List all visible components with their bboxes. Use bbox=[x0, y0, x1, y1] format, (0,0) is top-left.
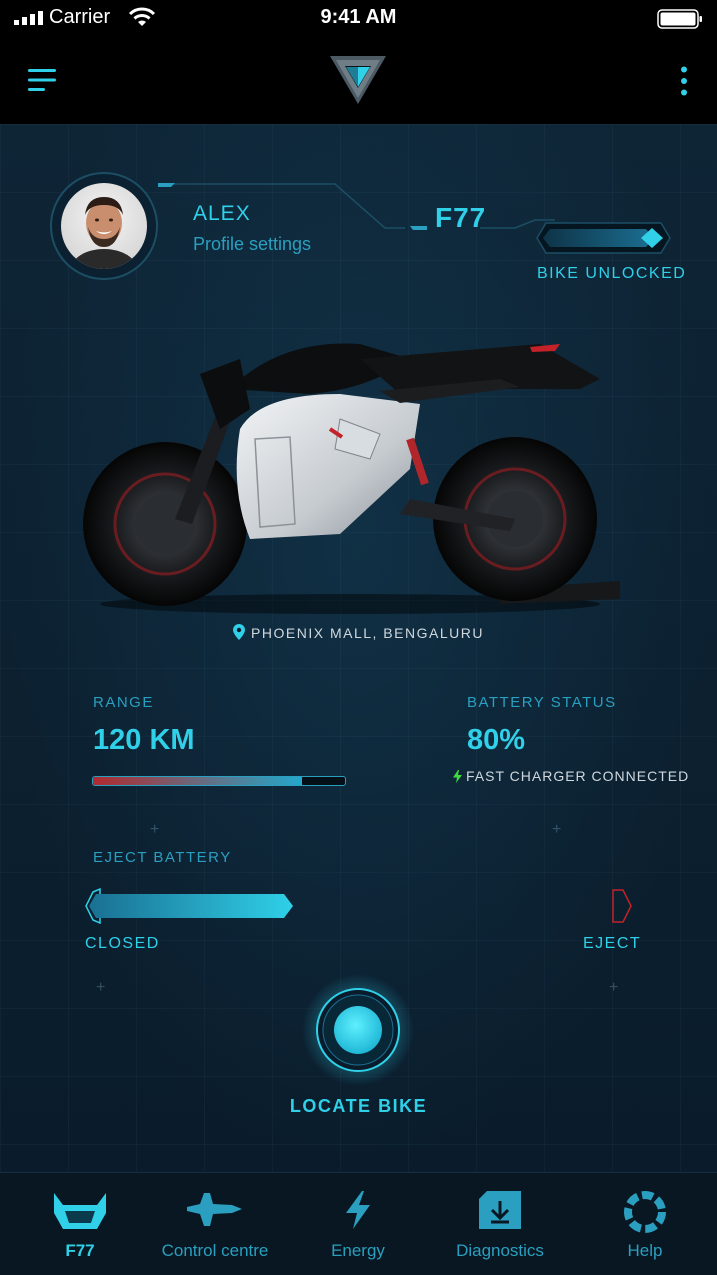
location-text: PHOENIX MALL, BENGALURU bbox=[251, 625, 484, 641]
tab-label: F77 bbox=[65, 1241, 95, 1260]
lock-status-label: BIKE UNLOCKED bbox=[537, 265, 687, 282]
eject-battery-label: EJECT BATTERY bbox=[93, 849, 232, 866]
eject-closed-label: CLOSED bbox=[85, 935, 160, 952]
grid-cross-marker: + bbox=[609, 979, 619, 996]
tab-label: Help bbox=[627, 1241, 663, 1260]
tab-energy[interactable]: Energy bbox=[298, 1173, 418, 1275]
tab-control-centre[interactable]: Control centre bbox=[145, 1173, 285, 1275]
bike-image bbox=[83, 343, 620, 614]
range-label: RANGE bbox=[93, 694, 154, 711]
lightning-icon bbox=[453, 770, 462, 783]
range-progress-bar bbox=[92, 776, 346, 786]
eject-end-label: EJECT bbox=[583, 935, 642, 952]
charger-status: FAST CHARGER CONNECTED bbox=[453, 768, 689, 784]
status-bar: Carrier 9:41 AM bbox=[0, 0, 717, 38]
brand-logo bbox=[330, 56, 386, 104]
bike-model-name: F77 bbox=[435, 202, 487, 233]
f77-bike-icon bbox=[54, 1193, 106, 1229]
battery-icon bbox=[657, 9, 702, 29]
hamburger-icon[interactable] bbox=[28, 68, 56, 92]
help-ring-icon bbox=[624, 1191, 666, 1233]
bike-lock-toggle[interactable] bbox=[536, 222, 671, 254]
range-progress-fill bbox=[93, 777, 303, 785]
eject-battery-slider[interactable] bbox=[84, 888, 634, 924]
clock: 9:41 AM bbox=[320, 6, 397, 28]
jet-icon bbox=[187, 1193, 242, 1226]
lightning-icon bbox=[346, 1191, 370, 1229]
grid-cross-marker: + bbox=[552, 821, 562, 838]
more-vertical-icon[interactable] bbox=[678, 66, 690, 96]
tab-help[interactable]: Help bbox=[585, 1173, 705, 1275]
tab-label: Diagnostics bbox=[456, 1241, 544, 1260]
tab-label: Energy bbox=[331, 1241, 385, 1260]
profile-settings-link[interactable]: Profile settings bbox=[193, 234, 311, 255]
battery-percentage: 80% bbox=[467, 724, 526, 756]
charger-status-text: FAST CHARGER CONNECTED bbox=[466, 768, 690, 784]
avatar[interactable] bbox=[50, 172, 158, 280]
tab-diagnostics[interactable]: Diagnostics bbox=[430, 1173, 570, 1275]
tab-bar: F77 Control centre Energy Diagnostics He… bbox=[0, 1172, 717, 1275]
download-icon bbox=[479, 1191, 521, 1229]
user-name: ALEX bbox=[193, 202, 251, 225]
tab-label: Control centre bbox=[161, 1241, 269, 1260]
dashboard-panel: ALEX Profile settings F77 BIKE UNLOCKED bbox=[0, 124, 717, 1172]
tab-f77[interactable]: F77 bbox=[20, 1173, 140, 1275]
grid-cross-marker: + bbox=[150, 821, 160, 838]
bike-location: PHOENIX MALL, BENGALURU bbox=[0, 624, 717, 641]
grid-cross-marker: + bbox=[96, 979, 106, 996]
locate-bike-label: LOCATE BIKE bbox=[289, 1096, 428, 1116]
avatar-photo bbox=[61, 183, 147, 269]
battery-status-label: BATTERY STATUS bbox=[467, 694, 617, 711]
locate-bike-button[interactable] bbox=[302, 974, 414, 1086]
nav-bar bbox=[0, 38, 717, 124]
location-pin-icon bbox=[233, 624, 246, 640]
range-value: 120 KM bbox=[93, 724, 195, 756]
